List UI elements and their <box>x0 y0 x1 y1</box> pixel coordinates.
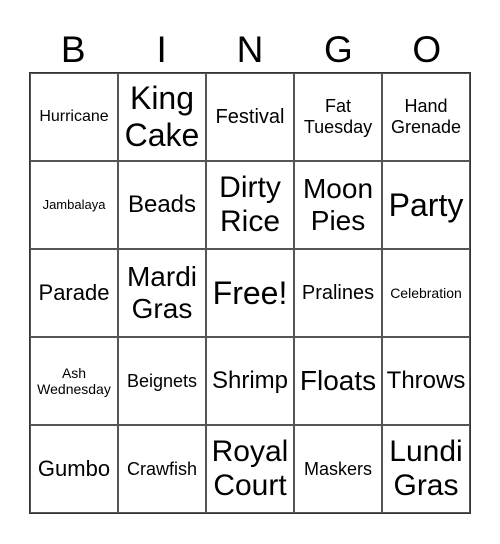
header-letter: N <box>236 29 264 70</box>
bingo-cell[interactable]: Ash Wednesday <box>30 337 118 425</box>
bingo-cell[interactable]: King Cake <box>118 73 206 161</box>
bingo-cell[interactable]: Party <box>382 161 470 249</box>
bingo-header: B I N G O <box>29 28 471 72</box>
bingo-cell[interactable]: Beads <box>118 161 206 249</box>
bingo-cell[interactable]: Celebration <box>382 249 470 337</box>
bingo-cell[interactable]: Maskers <box>294 425 382 513</box>
bingo-cell[interactable]: Shrimp <box>206 337 294 425</box>
bingo-cell[interactable]: Hand Grenade <box>382 73 470 161</box>
bingo-cell[interactable]: Moon Pies <box>294 161 382 249</box>
header-letter: G <box>323 29 353 70</box>
header-letter: B <box>60 29 86 70</box>
bingo-cell[interactable]: Jambalaya <box>30 161 118 249</box>
bingo-cell[interactable]: Mardi Gras <box>118 249 206 337</box>
bingo-cell[interactable]: Royal Court <box>206 425 294 513</box>
bingo-cell[interactable]: Hurricane <box>30 73 118 161</box>
header-letter: I <box>156 29 167 70</box>
bingo-cell[interactable]: Free! <box>206 249 294 337</box>
bingo-grid: Hurricane King Cake Festival Fat Tuesday Han… <box>29 72 471 514</box>
bingo-cell[interactable]: Floats <box>294 337 382 425</box>
bingo-cell[interactable]: Parade <box>30 249 118 337</box>
bingo-cell[interactable]: Pralines <box>294 249 382 337</box>
bingo-cell[interactable]: Crawfish <box>118 425 206 513</box>
bingo-cell[interactable]: Beignets <box>118 337 206 425</box>
bingo-cell[interactable]: Throws <box>382 337 470 425</box>
bingo-cell[interactable]: Gumbo <box>30 425 118 513</box>
bingo-cell[interactable]: Lundi Gras <box>382 425 470 513</box>
bingo-cell[interactable]: Dirty Rice <box>206 161 294 249</box>
bingo-cell[interactable]: Festival <box>206 73 294 161</box>
bingo-cell[interactable]: Fat Tuesday <box>294 73 382 161</box>
header-letter: O <box>412 29 442 70</box>
